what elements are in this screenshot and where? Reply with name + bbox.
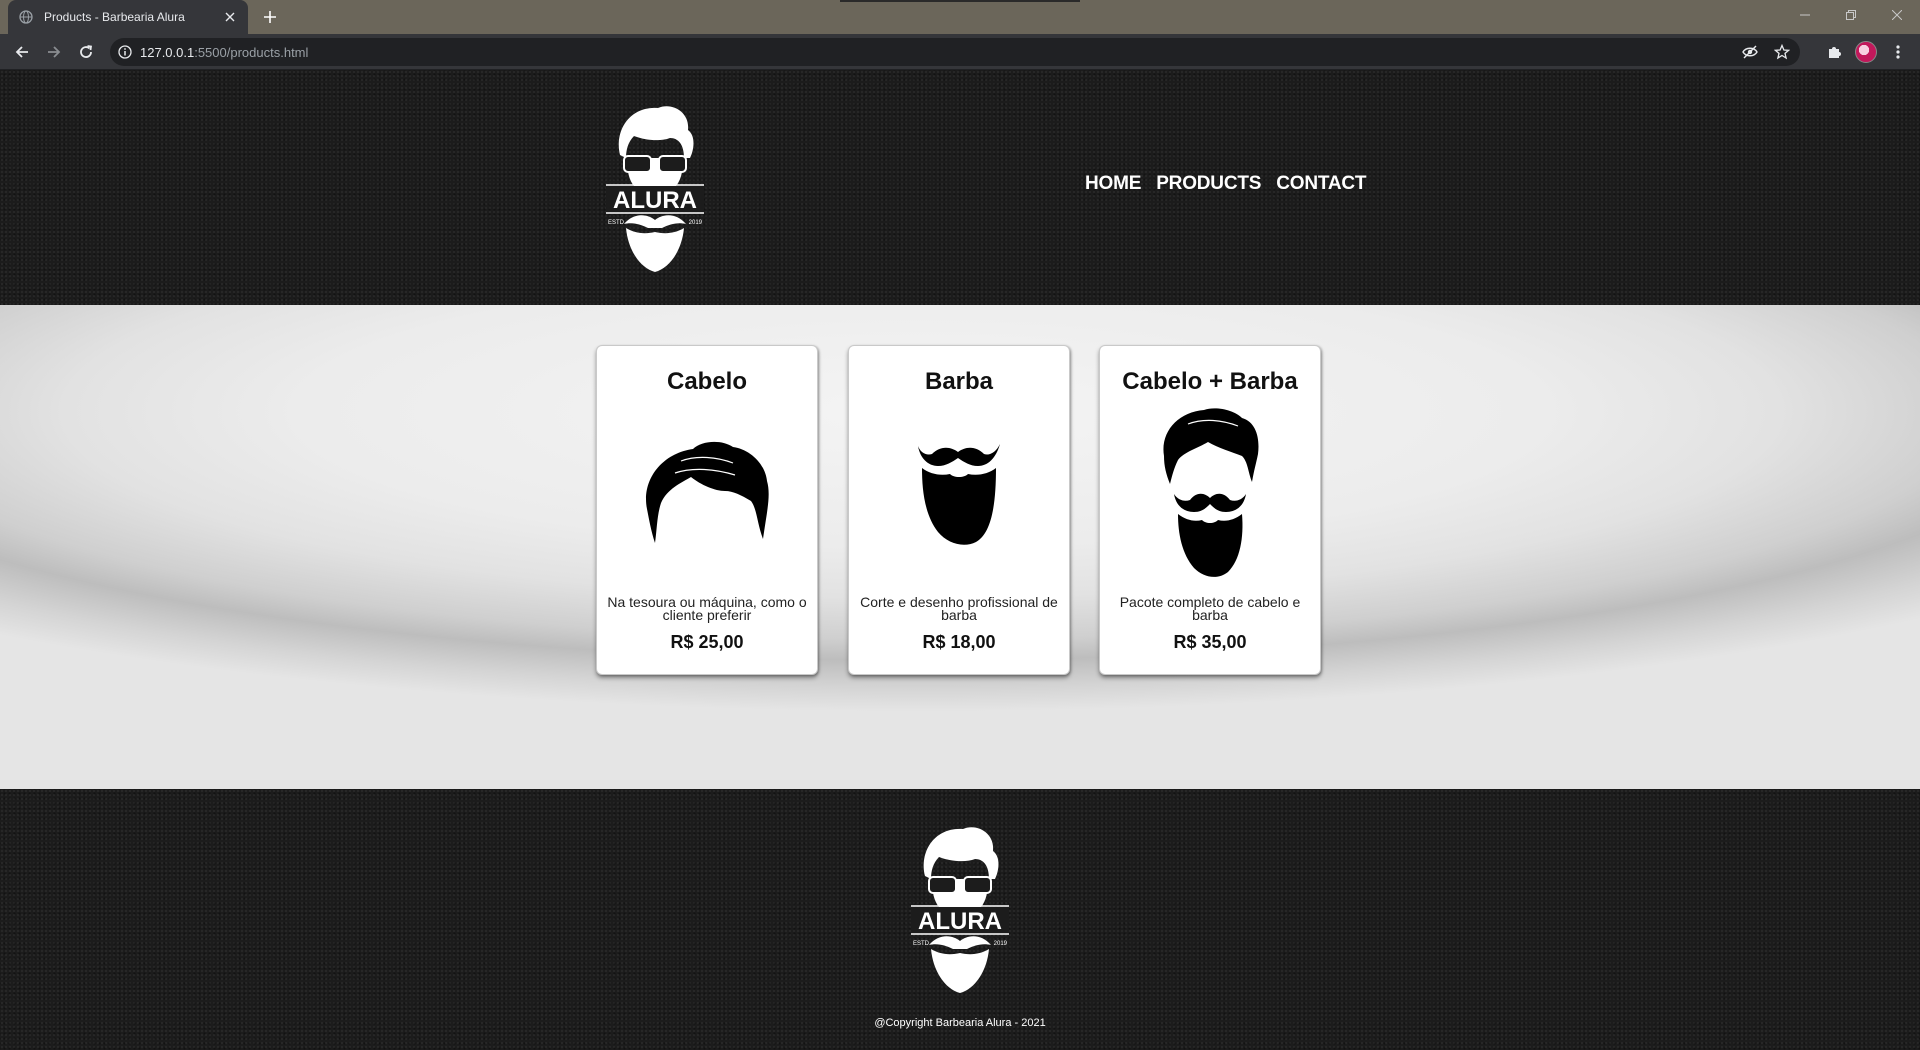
globe-icon <box>18 9 34 25</box>
window-drag-handle <box>840 0 1080 2</box>
product-card-cabelo[interactable]: Cabelo Na tesoura ou máquina, como o cli… <box>596 345 818 675</box>
product-price: R$ 18,00 <box>922 632 996 652</box>
star-icon[interactable] <box>1772 42 1792 62</box>
logo-brand: ALURA <box>613 187 697 214</box>
logo-estd: ESTD <box>608 220 625 226</box>
product-title: Cabelo + Barba <box>1122 368 1298 395</box>
tab-title: Products - Barbearia Alura <box>44 10 185 24</box>
products-section: Cabelo Na tesoura ou máquina, como o cli… <box>0 305 1920 789</box>
puzzle-icon[interactable] <box>1820 38 1848 66</box>
page: ALURA ESTD 2019 HOME PRODUCTS CONTACT Ca… <box>0 70 1920 1050</box>
nav-contact[interactable]: CONTACT <box>1276 173 1366 195</box>
product-price: R$ 25,00 <box>670 632 744 652</box>
site-header: ALURA ESTD 2019 HOME PRODUCTS CONTACT <box>0 70 1920 305</box>
reload-icon[interactable] <box>72 38 100 66</box>
footer-logo-brand: ALURA <box>918 908 1002 935</box>
close-icon[interactable] <box>222 9 238 25</box>
minimize-icon[interactable] <box>1782 0 1828 30</box>
browser-toolbar: 127.0.0.1:5500/products.html <box>0 34 1920 70</box>
copyright-text: @Copyright Barbearia Alura - 2021 <box>874 1017 1046 1029</box>
footer-logo: ALURA ESTD 2019 <box>905 821 1015 996</box>
window-controls <box>1782 0 1920 30</box>
forward-icon[interactable] <box>40 38 68 66</box>
product-card-cabelo-barba[interactable]: Cabelo + Barba Pacote completo de cabelo… <box>1099 345 1321 675</box>
back-icon[interactable] <box>8 38 36 66</box>
product-title: Cabelo <box>666 368 747 395</box>
beard-icon <box>849 406 1069 581</box>
footer-logo-year: 2019 <box>994 941 1008 947</box>
address-bar[interactable]: 127.0.0.1:5500/products.html <box>110 38 1800 66</box>
window-close-icon[interactable] <box>1874 0 1920 30</box>
product-description: Corte e desenho profissional de barba <box>860 594 1058 623</box>
product-title: Barba <box>924 368 994 395</box>
avatar[interactable] <box>1852 38 1880 66</box>
menu-icon[interactable] <box>1884 38 1912 66</box>
product-description: Pacote completo de cabelo e barba <box>1119 594 1301 623</box>
product-price: R$ 35,00 <box>1173 632 1247 652</box>
product-description: Na tesoura ou máquina, como o cliente pr… <box>607 594 807 623</box>
eye-off-icon[interactable] <box>1740 42 1760 62</box>
info-icon[interactable] <box>118 45 132 59</box>
product-card-barba[interactable]: Barba Corte e desenho profissional de ba… <box>848 345 1070 675</box>
plus-icon[interactable] <box>258 5 282 29</box>
browser-tab[interactable]: Products - Barbearia Alura <box>8 0 248 34</box>
footer-logo-estd: ESTD <box>913 941 930 947</box>
browser-titlebar: Products - Barbearia Alura <box>0 0 1920 34</box>
brand-logo[interactable]: ALURA ESTD 2019 <box>600 100 710 275</box>
site-footer: ALURA ESTD 2019 @Copyright Barbearia Alu… <box>0 789 1920 1050</box>
nav-home[interactable]: HOME <box>1085 173 1141 195</box>
hair-icon <box>597 406 817 581</box>
restore-icon[interactable] <box>1828 0 1874 30</box>
logo-year: 2019 <box>689 220 703 226</box>
url-host: 127.0.0.1 <box>140 44 195 60</box>
nav-products[interactable]: PRODUCTS <box>1156 173 1261 195</box>
url-path: :5500/products.html <box>194 44 309 60</box>
hair-and-beard-icon <box>1100 406 1320 581</box>
main-nav: HOME PRODUCTS CONTACT <box>1085 173 1366 195</box>
